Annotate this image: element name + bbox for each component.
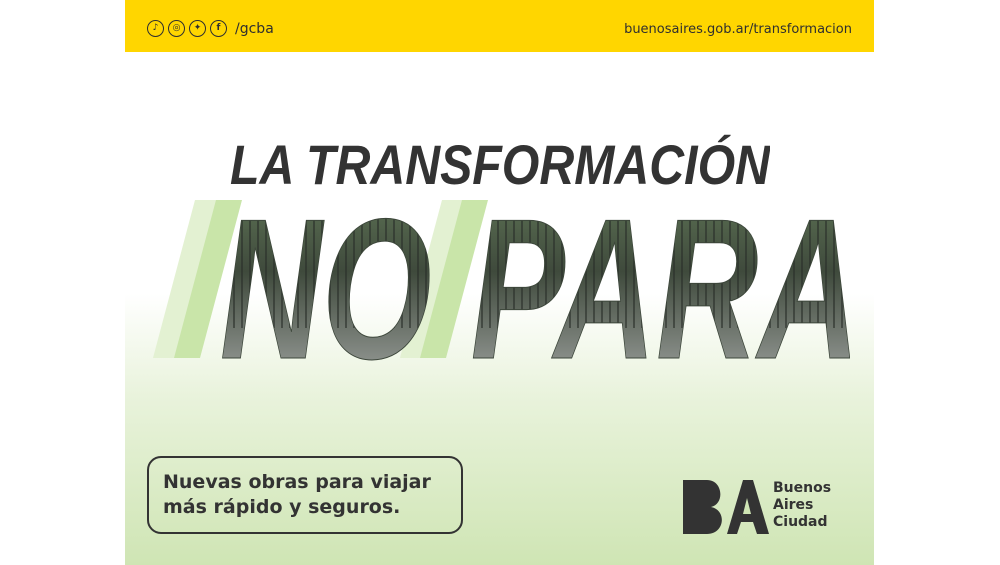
- big-word-text: NO PARA: [220, 198, 850, 362]
- tiktok-icon[interactable]: ♪: [147, 20, 164, 37]
- logo-line-2: Aires: [773, 497, 814, 513]
- ba-logo-mark: [683, 480, 769, 534]
- ba-logo: Buenos Aires Ciudad: [681, 478, 861, 538]
- top-bar: ♪ ◎ ✦ f /gcba buenosaires.gob.ar/transfo…: [125, 0, 874, 52]
- big-word-graphic: NO PARA: [150, 198, 850, 362]
- facebook-icon[interactable]: f: [210, 20, 227, 37]
- twitter-icon[interactable]: ✦: [189, 20, 206, 37]
- ba-logo-text: Buenos Aires Ciudad: [773, 480, 831, 531]
- tagline-line-1: Nuevas obras para viajar: [163, 471, 431, 493]
- social-links: ♪ ◎ ✦ f /gcba: [147, 20, 274, 37]
- campaign-url[interactable]: buenosaires.gob.ar/transformacion: [624, 22, 852, 37]
- logo-line-1: Buenos: [773, 480, 832, 496]
- social-handle[interactable]: /gcba: [235, 21, 274, 37]
- tagline-box: Nuevas obras para viajar más rápido y se…: [147, 456, 463, 534]
- headline-text: LA TRANSFORMACIÓN: [230, 133, 770, 192]
- logo-line-3: Ciudad: [773, 514, 828, 530]
- instagram-icon[interactable]: ◎: [168, 20, 185, 37]
- headline: LA TRANSFORMACIÓN: [230, 132, 770, 192]
- poster: ♪ ◎ ✦ f /gcba buenosaires.gob.ar/transfo…: [125, 0, 874, 565]
- tagline-line-2: más rápido y seguros.: [163, 496, 401, 518]
